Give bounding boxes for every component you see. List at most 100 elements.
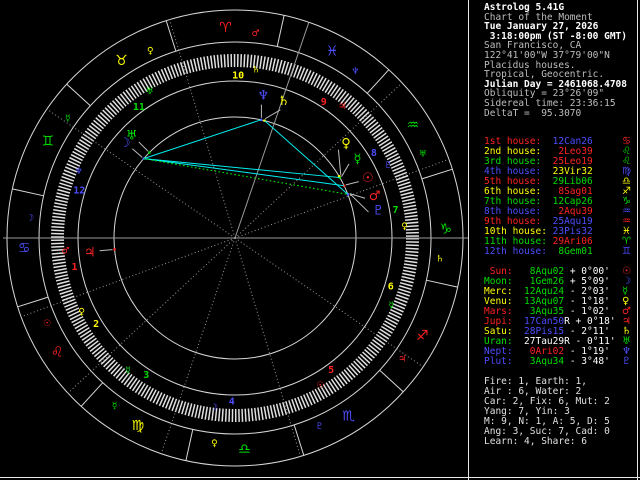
house-ruler-glyph-icon: ♄ bbox=[252, 65, 260, 75]
house-ruler-glyph-icon: ♀ bbox=[401, 222, 408, 232]
panel-divider bbox=[468, 0, 469, 480]
house-ruler-glyph-icon: ☿ bbox=[388, 301, 394, 311]
chart-wheel[interactable]: ♈ ♂♉♀♊☿♋☽♌☉♍☿♎♀♏♇♐♃♑♄♒♅♓♆1♂2♀3☿4☽5☉6☿7♀8♇… bbox=[0, 0, 476, 480]
sign-ruler-glyph-icon: ♀ bbox=[211, 439, 218, 449]
aspect-line-moon-neptune bbox=[143, 119, 262, 160]
house-ruler-glyph-icon: ♂ bbox=[61, 246, 69, 256]
planet-pointer-line bbox=[132, 148, 143, 158]
sign-glyph-libra-icon: ♎ bbox=[238, 442, 251, 458]
astrolog-window: ♈ ♂ ♉ ♀ ♊ ☿ ♋ ☽ ♌ ☉ ♍ ☿ ♎ ♀ ♏ ♇ ♐ ♃ ♑ ♄ ♒ ♅ ♓ ♆ 1 ♂ 2 ♀ 3 ☿ 4 ☽ 5 ☉ 6 ☿ 7 ♀ 8 ♇… bbox=[0, 0, 640, 480]
planet-position-dot-uranus bbox=[148, 151, 151, 154]
house-cusp-spoke-11 bbox=[169, 19, 236, 239]
planet-glyph-pluto-icon: ♇ bbox=[372, 204, 384, 219]
sign-boundary bbox=[421, 168, 453, 180]
house-number-5: 5 bbox=[328, 365, 334, 376]
house-number-9: 9 bbox=[321, 97, 327, 108]
sign-ruler-glyph-icon: ♃ bbox=[398, 354, 406, 364]
house-number-6: 6 bbox=[388, 282, 394, 293]
info-sidebar: Astrolog 5.41G Chart of the Moment Tue Jan… bbox=[470, 0, 638, 480]
planet-pointer-line bbox=[337, 149, 342, 176]
sign-glyph-capricorn-icon: ♑ bbox=[440, 221, 453, 237]
planet-glyph-neptune-icon: ♆ bbox=[258, 88, 270, 103]
sign-ruler-glyph-icon: ♆ bbox=[351, 67, 359, 77]
planet-glyph-jupiter-icon: ♃ bbox=[84, 245, 96, 260]
sign-boundary bbox=[379, 369, 404, 393]
planet-pointer-line bbox=[138, 141, 149, 152]
planet-pointer-line bbox=[264, 109, 281, 120]
ic-axis bbox=[160, 237, 236, 454]
house-ruler-glyph-icon: ☽ bbox=[210, 403, 218, 413]
sign-glyph-aquarius-icon: ♒ bbox=[407, 117, 420, 133]
sign-ruler-glyph-icon: ♅ bbox=[419, 149, 427, 159]
aspect-line-saturn-mars bbox=[264, 120, 349, 195]
planet-position-value: 3Aqu34 bbox=[524, 356, 565, 367]
planet-position-list: Sun: 8Aqu02 + 0°00' ☉ Moon: 1Gem26 + 5°09'… bbox=[484, 267, 631, 367]
sign-boundary bbox=[80, 382, 104, 407]
sign-ruler-glyph-icon: ♇ bbox=[316, 422, 324, 432]
house-row-12: 12th house: 8Gem01 ♊ bbox=[484, 246, 631, 257]
house-ruler-glyph-icon: ♃ bbox=[338, 102, 346, 112]
house-ruler-glyph-icon: ♆ bbox=[75, 167, 83, 177]
sign-ruler-glyph-icon: ☉ bbox=[43, 319, 51, 329]
house-ruler-glyph-icon: ☿ bbox=[125, 366, 131, 376]
house-number-3: 3 bbox=[143, 370, 149, 381]
sign-glyph-gemini-icon: ♊ bbox=[41, 134, 54, 150]
house-number-10: 10 bbox=[232, 71, 244, 82]
house-cusp-spoke-6 bbox=[234, 237, 424, 368]
planet-glyph-mars-icon: ♂ bbox=[369, 189, 381, 204]
planet-glyph-mercury-icon: ☿ bbox=[353, 152, 361, 167]
house-label: 12th house: bbox=[484, 246, 553, 257]
sign-boundary bbox=[66, 83, 91, 107]
house-number-4: 4 bbox=[229, 396, 235, 407]
sign-boundary bbox=[276, 15, 285, 47]
house-number-1: 1 bbox=[72, 262, 78, 273]
house-number-12: 12 bbox=[73, 185, 85, 196]
sign-boundary bbox=[293, 424, 305, 456]
stats-line-7: Learn: 4, Share: 6 bbox=[484, 436, 587, 447]
house-number-8: 8 bbox=[371, 148, 377, 159]
sign-boundary bbox=[426, 279, 458, 288]
planet-pointer-line bbox=[99, 249, 113, 252]
house-ruler-glyph-icon: ♇ bbox=[384, 161, 392, 171]
sign-boundary bbox=[165, 20, 177, 52]
chart-info: Astrolog 5.41G Chart of the Moment Tue Jan… bbox=[484, 3, 627, 118]
sign-boundary bbox=[12, 188, 44, 197]
sign-glyph-scorpio-icon: ♏ bbox=[342, 409, 355, 425]
house-number-2: 2 bbox=[93, 319, 99, 330]
chart-info-line-12: DeltaT = 95.3070 bbox=[484, 107, 582, 119]
sign-ruler-glyph-icon: ☿ bbox=[112, 401, 118, 411]
sign-glyph-pisces-icon: ♓ bbox=[326, 44, 339, 60]
planet-motion-value: - 3°48' bbox=[564, 356, 610, 367]
sign-ruler-glyph-icon: ♂ bbox=[252, 29, 260, 39]
planet-row-pluto: Plut: 3Aqu34 - 3°48' ♇ bbox=[484, 356, 631, 367]
sign-ruler-glyph-icon: ♄ bbox=[436, 255, 444, 265]
planet-pointer-line bbox=[345, 181, 359, 186]
sign-glyph-leo-icon: ♌ bbox=[51, 344, 64, 360]
planet-pointer-line bbox=[341, 163, 350, 177]
planet-glyph-saturn-icon: ♄ bbox=[278, 94, 290, 109]
element-stats: Fire: 1, Earth: 1, Air : 6, Water: 2 Car: … bbox=[484, 377, 610, 447]
sign-boundary bbox=[185, 429, 194, 461]
planet-glyph-venus-icon: ♀ bbox=[341, 137, 351, 152]
sign-boundary bbox=[17, 296, 49, 308]
planet-label: Plut: bbox=[484, 356, 525, 367]
sign-glyph-taurus-icon: ♉ bbox=[115, 53, 128, 69]
mc-axis bbox=[234, 22, 310, 239]
sign-glyph-sagittarius-icon: ♐ bbox=[416, 328, 429, 344]
aspect-line-moon-sun bbox=[143, 158, 345, 187]
house-ruler-glyph-icon: ☉ bbox=[316, 381, 324, 391]
sign-glyph-cancer-icon: ♋ bbox=[18, 240, 31, 256]
sign-glyph-aries-icon: ♈ bbox=[219, 20, 232, 36]
planet-glyph-pluto-icon: ♇ bbox=[622, 356, 631, 367]
house-number-7: 7 bbox=[392, 205, 398, 216]
house-cusp-list: 1st house: 12Can26 ♋ 2nd house: 2Leo39 ♌ 3rd… bbox=[484, 137, 631, 257]
sign-ruler-glyph-icon: ☿ bbox=[65, 114, 71, 124]
planet-position-dot-jupiter bbox=[113, 248, 116, 251]
sign-glyph-virgo-icon: ♍ bbox=[132, 418, 145, 434]
planet-glyph-uranus-icon: ♅ bbox=[126, 128, 138, 143]
sign-glyph-gem-icon: ♊ bbox=[622, 246, 631, 257]
planet-glyph-sun-icon: ☉ bbox=[362, 171, 374, 186]
sign-ruler-glyph-icon: ♀ bbox=[147, 46, 154, 56]
aspect-line-moon-pluto bbox=[143, 158, 348, 195]
house-cusp-value: 8Gem01 bbox=[552, 246, 593, 257]
